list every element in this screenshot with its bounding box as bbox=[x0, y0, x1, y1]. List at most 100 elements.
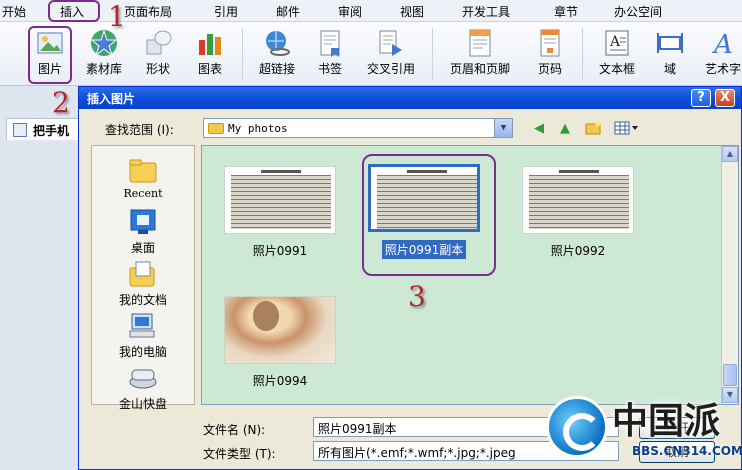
file-thumbnail bbox=[522, 166, 634, 234]
menu-developer[interactable]: 开发工具 bbox=[462, 3, 510, 20]
ribbon-separator bbox=[432, 28, 433, 80]
file-thumbnail bbox=[224, 166, 336, 234]
menu-references[interactable]: 引用 bbox=[214, 3, 238, 20]
ribbon-separator bbox=[242, 28, 243, 80]
bar-chart-icon bbox=[195, 28, 225, 58]
place-recent-label: Recent bbox=[123, 187, 163, 200]
header-footer-icon bbox=[465, 28, 495, 58]
cross-reference-icon bbox=[376, 28, 406, 58]
bookmark-label: 书签 bbox=[317, 62, 342, 76]
scroll-thumb[interactable] bbox=[723, 364, 737, 386]
folder-icon bbox=[208, 123, 224, 134]
step-3-annotation: 3 bbox=[408, 280, 426, 313]
menu-mailings[interactable]: 邮件 bbox=[276, 3, 300, 20]
cross-reference-button[interactable]: 交叉引用 bbox=[360, 24, 422, 84]
menu-view[interactable]: 视图 bbox=[400, 3, 424, 20]
clipart-button[interactable]: 素材库 bbox=[80, 24, 128, 84]
shapes-button[interactable]: 形状 bbox=[138, 24, 178, 84]
cross-reference-label: 交叉引用 bbox=[366, 62, 415, 76]
selected-file-highlight bbox=[362, 154, 496, 276]
step-1-annotation: 1 bbox=[108, 0, 126, 33]
dialog-title: 插入图片 bbox=[87, 92, 136, 106]
page-number-button[interactable]: 页码 bbox=[530, 24, 570, 84]
file-item[interactable]: 照片0994 bbox=[220, 296, 340, 389]
field-icon bbox=[655, 28, 685, 58]
place-my-documents[interactable]: 我的文档 bbox=[92, 260, 194, 308]
watermark-brand: 中国派 bbox=[612, 401, 721, 442]
document-icon bbox=[13, 123, 27, 137]
bookmark-button[interactable]: 书签 bbox=[310, 24, 350, 84]
menu-review[interactable]: 审阅 bbox=[338, 3, 362, 20]
field-button[interactable]: 域 bbox=[652, 24, 688, 84]
header-footer-button[interactable]: 页眉和页脚 bbox=[442, 24, 518, 84]
file-name: 照片0991 bbox=[252, 244, 308, 258]
menu-office-space[interactable]: 办公空间 bbox=[614, 3, 662, 20]
look-in-value: My photos bbox=[228, 122, 288, 135]
text-box-icon: A bbox=[602, 28, 632, 58]
file-item[interactable]: 照片0992 bbox=[518, 166, 638, 259]
watermark: 中国派 BBS.CN314.COM bbox=[540, 390, 742, 470]
desktop-icon bbox=[128, 208, 158, 236]
ribbon-separator bbox=[582, 28, 583, 80]
filename-label: 文件名 (N): bbox=[203, 423, 266, 437]
watermark-url: BBS.CN314.COM bbox=[632, 444, 742, 458]
place-desktop[interactable]: 桌面 bbox=[92, 208, 194, 256]
svg-text:A: A bbox=[609, 34, 621, 50]
wordart-icon: A bbox=[708, 28, 738, 60]
new-folder-icon[interactable] bbox=[583, 120, 603, 138]
hyperlink-button[interactable]: 超链接 bbox=[252, 24, 302, 84]
clipart-label: 素材库 bbox=[85, 62, 122, 76]
place-my-computer-label: 我的电脑 bbox=[118, 345, 167, 359]
view-menu-icon[interactable] bbox=[613, 120, 641, 138]
my-computer-icon bbox=[128, 312, 158, 340]
shapes-label: 形状 bbox=[145, 62, 170, 76]
file-item[interactable]: 照片0991 bbox=[220, 166, 340, 259]
menu-page-layout[interactable]: 页面布局 bbox=[124, 3, 172, 20]
bookmark-icon bbox=[315, 28, 345, 58]
place-kuaipan[interactable]: 金山快盘 bbox=[92, 364, 194, 412]
field-label: 域 bbox=[663, 62, 676, 76]
text-box-button[interactable]: A 文本框 bbox=[592, 24, 642, 84]
look-in-dropdown[interactable]: My photos ▼ bbox=[203, 118, 513, 138]
close-button[interactable]: X bbox=[715, 89, 735, 107]
document-area: 把手机 bbox=[0, 86, 90, 470]
file-thumbnail-photo bbox=[224, 296, 336, 364]
header-footer-label: 页眉和页脚 bbox=[449, 62, 510, 76]
vertical-scrollbar[interactable]: ▲ ▼ bbox=[721, 146, 738, 404]
file-name: 照片0992 bbox=[550, 244, 606, 258]
wordart-button[interactable]: A 艺术字 bbox=[698, 24, 742, 84]
menu-home[interactable]: 开始 bbox=[2, 3, 26, 20]
chevron-down-icon[interactable]: ▼ bbox=[494, 119, 512, 137]
place-desktop-label: 桌面 bbox=[130, 241, 155, 255]
text-box-label: 文本框 bbox=[598, 62, 635, 76]
place-recent[interactable]: Recent bbox=[92, 156, 194, 200]
filetype-label: 文件类型 (T): bbox=[203, 447, 276, 461]
wordart-label: 艺术字 bbox=[704, 62, 741, 76]
hyperlink-globe-icon bbox=[262, 28, 292, 58]
place-my-computer[interactable]: 我的电脑 bbox=[92, 312, 194, 360]
step-2-annotation: 2 bbox=[52, 86, 70, 119]
page-number-icon bbox=[535, 28, 565, 58]
place-kuaipan-label: 金山快盘 bbox=[118, 397, 167, 411]
brand-logo-icon bbox=[546, 396, 608, 458]
my-documents-icon bbox=[128, 260, 158, 288]
chart-label: 图表 bbox=[197, 62, 222, 76]
drive-icon bbox=[128, 364, 158, 392]
back-icon[interactable]: ◀ bbox=[529, 120, 549, 138]
document-tab-label: 把手机 bbox=[33, 124, 70, 138]
svg-text:A: A bbox=[712, 30, 733, 58]
help-button[interactable]: ? bbox=[691, 89, 711, 107]
file-name: 照片0994 bbox=[252, 374, 308, 388]
places-bar: Recent 桌面 我的文档 我的电脑 金山快盘 bbox=[91, 145, 195, 411]
insert-tab-highlight bbox=[48, 0, 100, 22]
page-number-label: 页码 bbox=[537, 62, 562, 76]
dialog-titlebar[interactable]: 插入图片 ? X bbox=[79, 87, 741, 109]
shapes-icon bbox=[143, 28, 173, 58]
menu-sections[interactable]: 章节 bbox=[554, 3, 578, 20]
look-in-label: 查找范围 (I): bbox=[105, 123, 174, 137]
chart-button[interactable]: 图表 bbox=[190, 24, 230, 84]
up-folder-icon[interactable]: ▲ bbox=[555, 120, 575, 138]
picture-button-highlight bbox=[28, 26, 72, 84]
recent-folder-icon bbox=[128, 156, 158, 184]
scroll-up-icon[interactable]: ▲ bbox=[722, 146, 738, 162]
